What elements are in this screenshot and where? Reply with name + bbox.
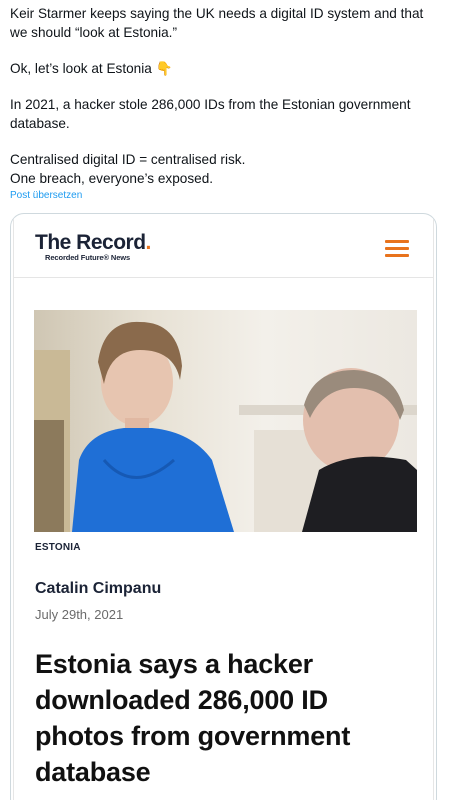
post-line-5: One breach, everyone’s exposed. [10,171,214,186]
post-line-2: Ok, let’s look at Estonia 👇 [10,61,173,76]
translate-post-link[interactable]: Post übersetzen [10,190,82,201]
article-date: July 29th, 2021 [35,607,124,622]
site-logo-name: The Record [35,231,146,254]
post-line-3: In 2021, a hacker stole 286,000 IDs from… [10,97,411,131]
article-headline: Estonia says a hacker downloaded 286,000… [35,649,351,787]
article-tag[interactable]: ESTONIA [35,542,81,553]
article-screenshot: The Record. Recorded Future® News ESTONI… [13,218,434,800]
site-logo[interactable]: The Record. [35,231,151,255]
article-author[interactable]: Catalin Cimpanu [35,580,161,598]
post-line-4: Centralised digital ID = centralised ris… [10,152,246,167]
site-header: The Record. Recorded Future® News [14,218,433,278]
hamburger-menu-icon[interactable] [385,240,409,258]
post-line-1: Keir Starmer keeps saying the UK needs a… [10,6,424,40]
attached-image-card[interactable]: The Record. Recorded Future® News ESTONI… [10,213,437,800]
site-logo-dot: . [145,231,152,254]
site-tagline: Recorded Future® News [45,253,131,262]
article-photo [34,310,417,532]
post-text: Keir Starmer keeps saying the UK needs a… [10,4,440,188]
